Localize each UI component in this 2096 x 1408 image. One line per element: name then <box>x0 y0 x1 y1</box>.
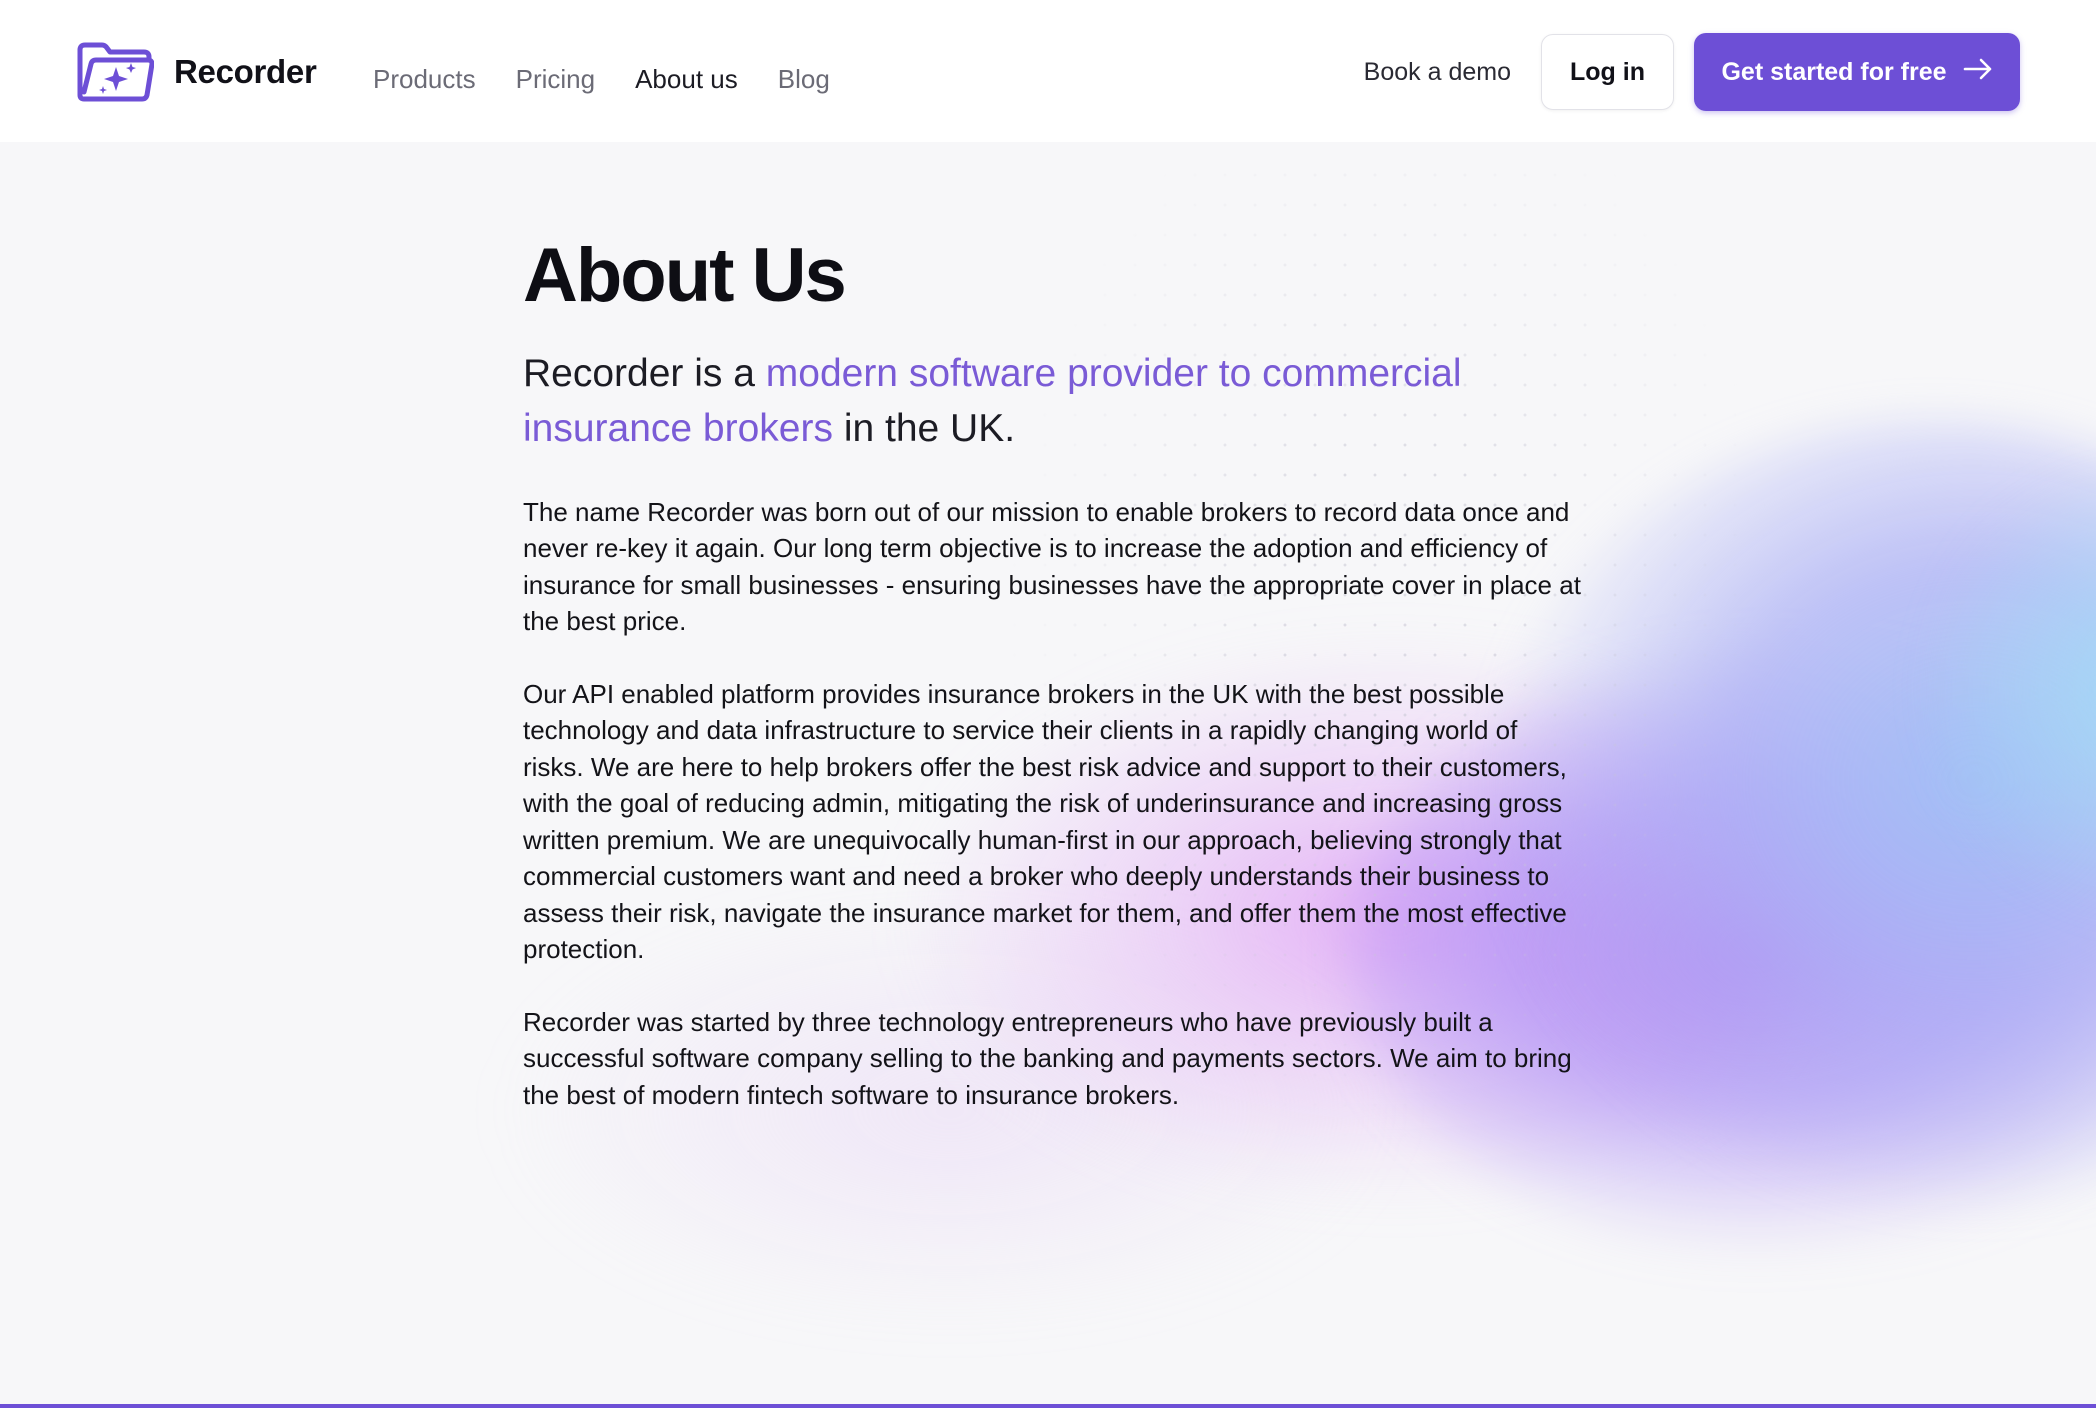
paragraph-founders: Recorder was started by three technology… <box>523 1006 1572 1110</box>
paragraph-mission: The name Recorder was born out of our mi… <box>523 496 1581 637</box>
nav-link-about-us[interactable]: About us <box>635 64 738 95</box>
get-started-label: Get started for free <box>1721 57 1947 86</box>
nav-link-products[interactable]: Products <box>373 64 476 95</box>
login-button[interactable]: Log in <box>1541 34 1674 110</box>
nav-actions: Book a demo Log in Get started for free <box>1364 33 2020 111</box>
top-nav: Recorder Products Pricing About us Blog … <box>0 0 2096 142</box>
arrow-right-icon <box>1963 58 1993 87</box>
logo[interactable]: Recorder <box>76 40 317 104</box>
get-started-button[interactable]: Get started for free <box>1694 33 2020 111</box>
lead-statement: Recorder is a modern software provider t… <box>523 346 1583 456</box>
about-content: About Us Recorder is a modern software p… <box>523 236 1583 1113</box>
brand-name: Recorder <box>174 53 317 90</box>
bottom-accent-bar <box>0 1404 2096 1408</box>
paragraph-platform: Our API enabled platform provides insura… <box>523 678 1567 965</box>
lead-text-end: in the UK. <box>832 406 1016 450</box>
book-demo-link[interactable]: Book a demo <box>1364 58 1511 87</box>
folder-sparkle-icon <box>76 40 154 104</box>
nav-link-pricing[interactable]: Pricing <box>516 64 595 95</box>
nav-links: Products Pricing About us Blog <box>373 64 830 95</box>
login-button-label: Log in <box>1570 57 1645 86</box>
page-title: About Us <box>523 233 847 318</box>
lead-text-start: Recorder is a <box>523 351 766 395</box>
nav-link-blog[interactable]: Blog <box>778 64 830 95</box>
page: Recorder Products Pricing About us Blog … <box>0 0 2096 1408</box>
